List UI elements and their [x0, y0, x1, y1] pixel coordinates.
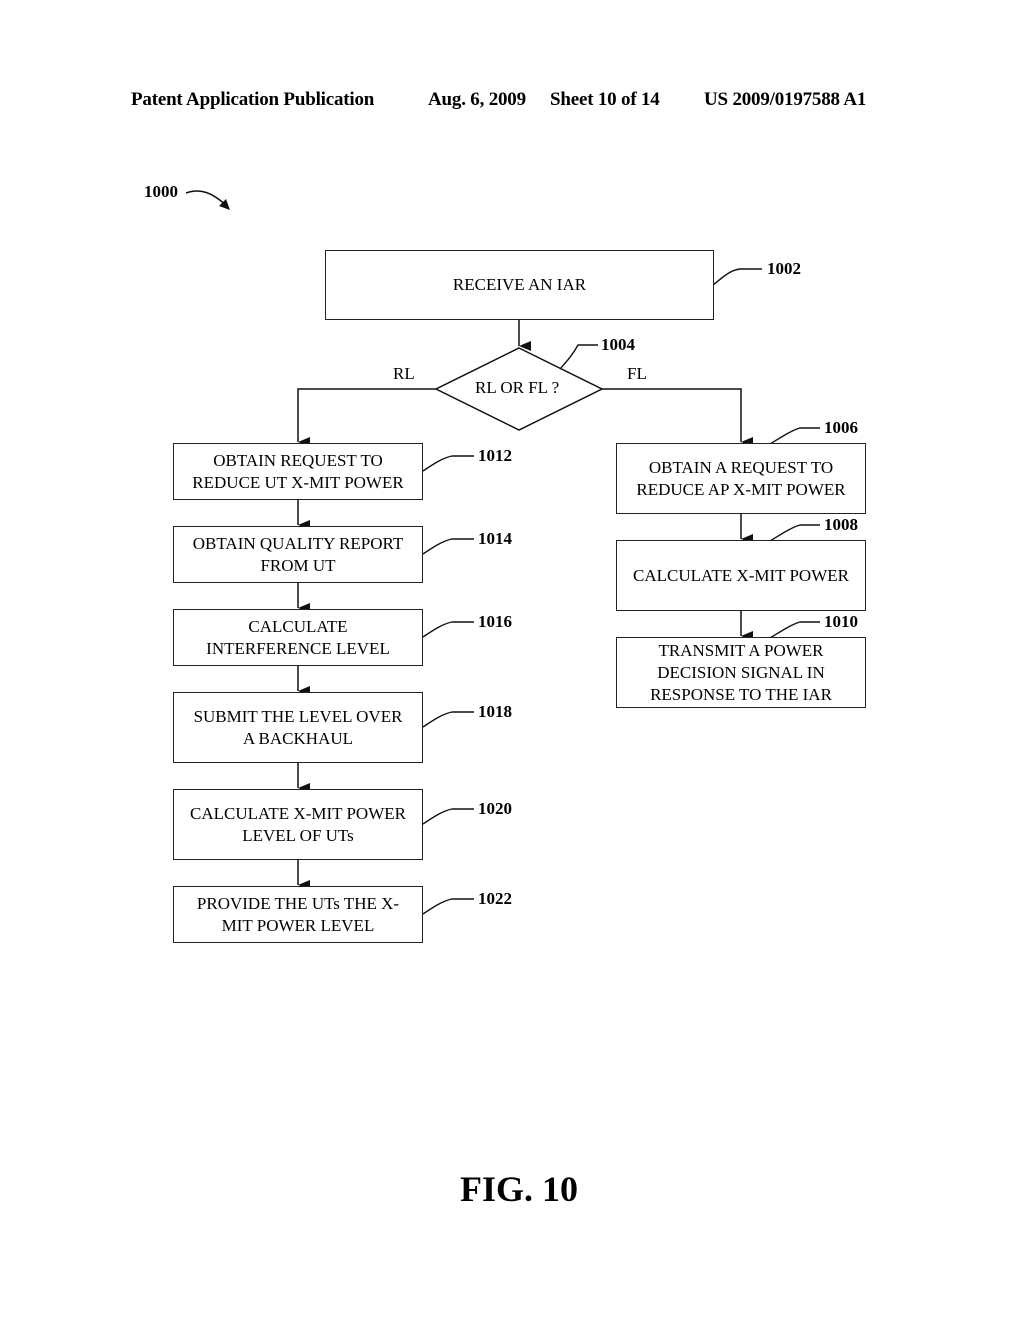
step-box-receive-iar: RECEIVE AN IAR [325, 250, 714, 320]
leader-1022 [422, 898, 474, 915]
leader-1020 [422, 808, 474, 825]
step-ref-1002: 1002 [767, 259, 801, 278]
leader-1016 [422, 621, 474, 638]
decision-text: RL OR FL ? [475, 378, 560, 397]
step-ref-1012: 1012 [478, 446, 512, 465]
step-text: CALCULATE X-MIT POWER LEVEL OF UTs [190, 803, 406, 845]
step-ref-1020: 1020 [478, 799, 512, 818]
step-box-1008: CALCULATE X-MIT POWER [616, 540, 866, 611]
step-box-1014: OBTAIN QUALITY REPORT FROM UT [173, 526, 423, 583]
step-ref-1010: 1010 [824, 612, 858, 631]
step-box-1022: PROVIDE THE UTs THE X- MIT POWER LEVEL [173, 886, 423, 943]
figure-ref-label: 1000 [144, 182, 178, 201]
connector-rl-branch [297, 388, 436, 447]
step-text: SUBMIT THE LEVEL OVER A BACKHAUL [193, 706, 403, 748]
step-ref-1008: 1008 [824, 515, 858, 534]
leader-1012 [422, 455, 474, 472]
step-text: CALCULATE INTERFERENCE LEVEL [206, 616, 390, 658]
step-text: TRANSMIT A POWER DECISION SIGNAL IN RESP… [650, 640, 832, 704]
step-box-1018: SUBMIT THE LEVEL OVER A BACKHAUL [173, 692, 423, 763]
step-ref-1004: 1004 [601, 335, 635, 354]
leader-1002 [712, 268, 762, 286]
step-ref-1014: 1014 [478, 529, 512, 548]
step-ref-1006: 1006 [824, 418, 858, 437]
leader-1010 [769, 621, 820, 639]
leader-1014 [422, 538, 474, 555]
step-text: OBTAIN A REQUEST TO REDUCE AP X-MIT POWE… [636, 457, 846, 499]
step-text: OBTAIN REQUEST TO REDUCE UT X-MIT POWER [192, 450, 404, 492]
figure-caption: FIG. 10 [459, 1169, 578, 1209]
step-text: RECEIVE AN IAR [452, 275, 587, 294]
leader-1006 [769, 427, 820, 445]
leader-1004 [559, 344, 598, 370]
step-ref-1016: 1016 [478, 612, 512, 631]
step-box-1010: TRANSMIT A POWER DECISION SIGNAL IN RESP… [616, 637, 866, 708]
leader-1008 [769, 524, 820, 542]
step-box-1006: OBTAIN A REQUEST TO REDUCE AP X-MIT POWE… [616, 443, 866, 514]
connector-fl-branch [602, 388, 753, 447]
step-box-1016: CALCULATE INTERFERENCE LEVEL [173, 609, 423, 666]
branch-label-fl: FL [627, 364, 647, 383]
step-box-1020: CALCULATE X-MIT POWER LEVEL OF UTs [173, 789, 423, 860]
step-box-1012: OBTAIN REQUEST TO REDUCE UT X-MIT POWER [173, 443, 423, 500]
step-text: PROVIDE THE UTs THE X- MIT POWER LEVEL [196, 893, 400, 935]
step-text: OBTAIN QUALITY REPORT FROM UT [192, 533, 404, 575]
branch-label-rl: RL [393, 364, 415, 383]
step-ref-1022: 1022 [478, 889, 512, 908]
step-text: CALCULATE X-MIT POWER [633, 565, 849, 585]
step-ref-1018: 1018 [478, 702, 512, 721]
leader-1018 [422, 711, 474, 728]
